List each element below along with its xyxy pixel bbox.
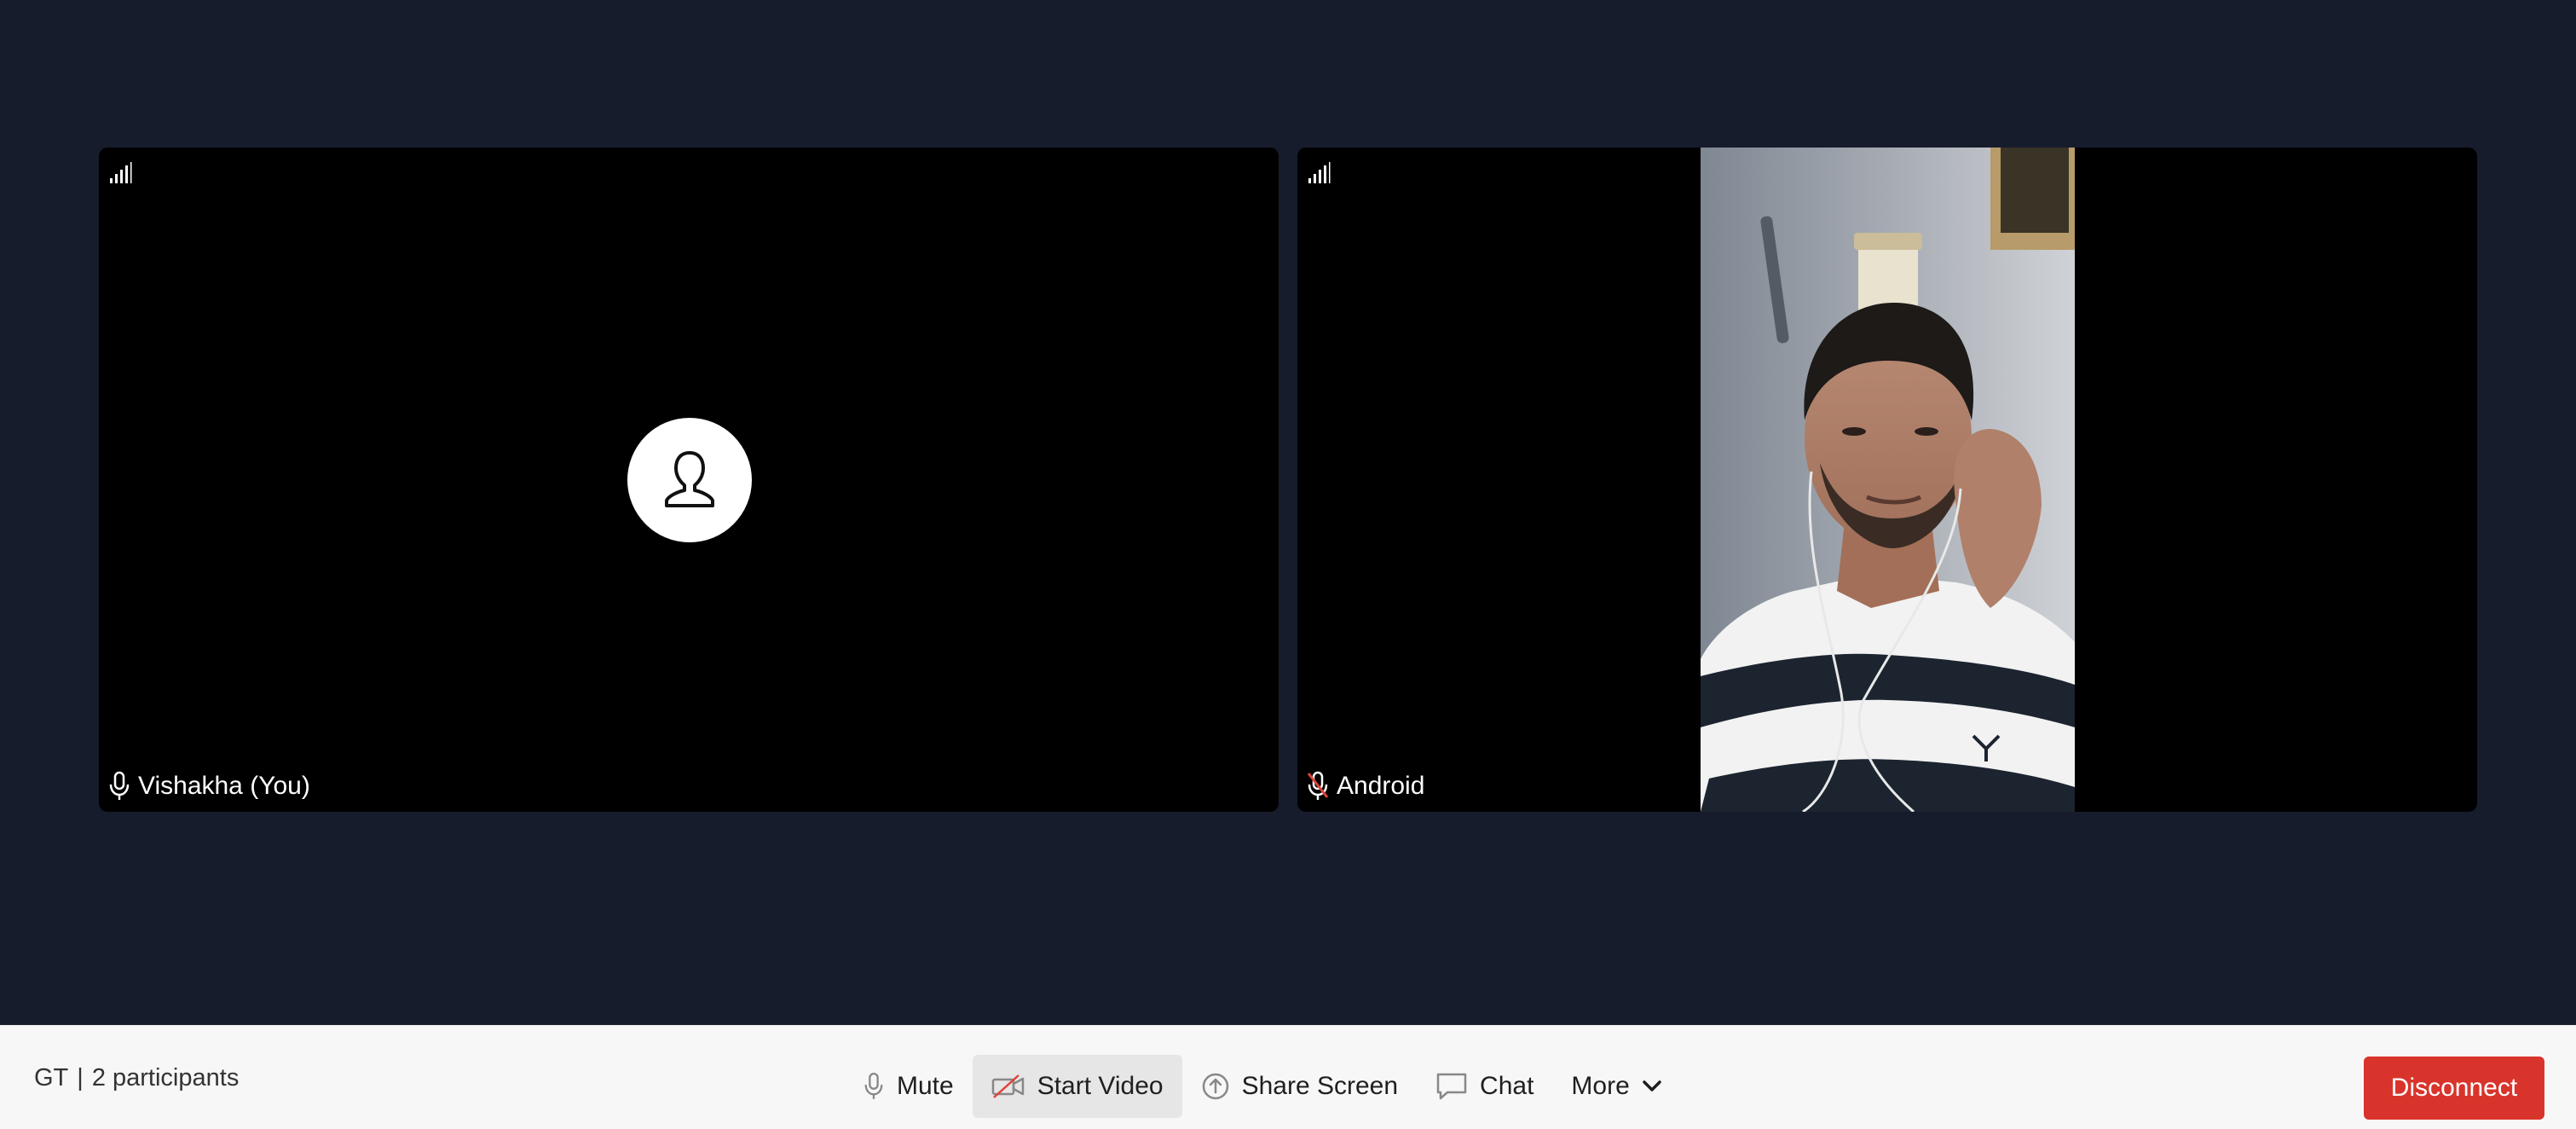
participant-video bbox=[1701, 148, 2075, 812]
share-screen-button[interactable]: Share Screen bbox=[1182, 1055, 1417, 1118]
share-screen-icon bbox=[1202, 1073, 1228, 1100]
more-label: More bbox=[1571, 1072, 1630, 1100]
microphone-muted-icon bbox=[1307, 771, 1329, 800]
participant-tile-self[interactable]: Vishakha (You) bbox=[99, 148, 1279, 812]
chat-button[interactable]: Chat bbox=[1417, 1055, 1552, 1118]
chevron-down-icon bbox=[1643, 1080, 1661, 1091]
participant-video-frame bbox=[1701, 148, 2075, 812]
participant-count[interactable]: 2 participants bbox=[92, 1064, 240, 1092]
participant-name-tag: Android bbox=[1306, 769, 1424, 803]
microphone-icon bbox=[864, 1072, 883, 1099]
mute-button[interactable]: Mute bbox=[844, 1055, 973, 1118]
signal-strength-icon bbox=[1308, 162, 1331, 183]
video-stage: Vishakha (You) Android bbox=[0, 0, 2576, 1025]
participant-name-tag: Vishakha (You) bbox=[107, 769, 310, 803]
participant-tile-remote[interactable]: Android bbox=[1297, 148, 2477, 812]
meeting-info: GT | 2 participants bbox=[34, 1026, 239, 1129]
chat-icon bbox=[1436, 1073, 1467, 1100]
microphone-icon bbox=[109, 771, 130, 800]
video-off-icon bbox=[991, 1074, 1024, 1098]
user-placeholder-icon bbox=[665, 451, 714, 507]
meeting-toolbar: GT | 2 participants Mute Start Video Sha… bbox=[0, 1025, 2576, 1129]
avatar bbox=[627, 418, 752, 542]
disconnect-button[interactable]: Disconnect bbox=[2364, 1057, 2544, 1120]
participant-name: Android bbox=[1337, 772, 1425, 800]
signal-strength-icon bbox=[110, 162, 132, 183]
separator: | bbox=[77, 1063, 84, 1091]
more-button[interactable]: More bbox=[1552, 1055, 1680, 1118]
start-video-label: Start Video bbox=[1037, 1072, 1164, 1100]
participant-name: Vishakha (You) bbox=[138, 772, 310, 800]
meeting-code: GT bbox=[34, 1063, 69, 1091]
mute-label: Mute bbox=[897, 1072, 954, 1100]
call-controls: Mute Start Video Share Screen Chat More bbox=[844, 1055, 1681, 1118]
start-video-button[interactable]: Start Video bbox=[972, 1055, 1182, 1118]
share-screen-label: Share Screen bbox=[1241, 1072, 1399, 1100]
chat-label: Chat bbox=[1480, 1072, 1534, 1100]
